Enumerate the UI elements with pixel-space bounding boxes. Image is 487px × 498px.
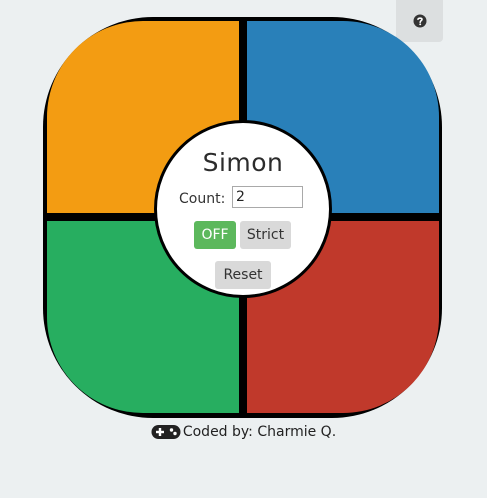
game-title: Simon [202,148,284,177]
control-panel: Simon Count: OFF Strict Reset [154,120,332,298]
footer: Coded by: Charmie Q. [0,424,487,440]
gamepad-icon [151,425,181,439]
help-button[interactable] [396,0,443,42]
count-label: Count: [179,191,226,207]
count-input[interactable] [232,186,303,208]
footer-credit: Coded by: Charmie Q. [182,424,337,440]
reset-button[interactable]: Reset [215,261,271,289]
question-circle-icon [413,14,426,28]
power-button[interactable]: OFF [194,221,236,249]
simon-board: Simon Count: OFF Strict Reset [43,17,442,418]
strict-button[interactable]: Strict [240,221,291,249]
page: Simon Count: OFF Strict Reset Coded by: … [0,0,487,498]
